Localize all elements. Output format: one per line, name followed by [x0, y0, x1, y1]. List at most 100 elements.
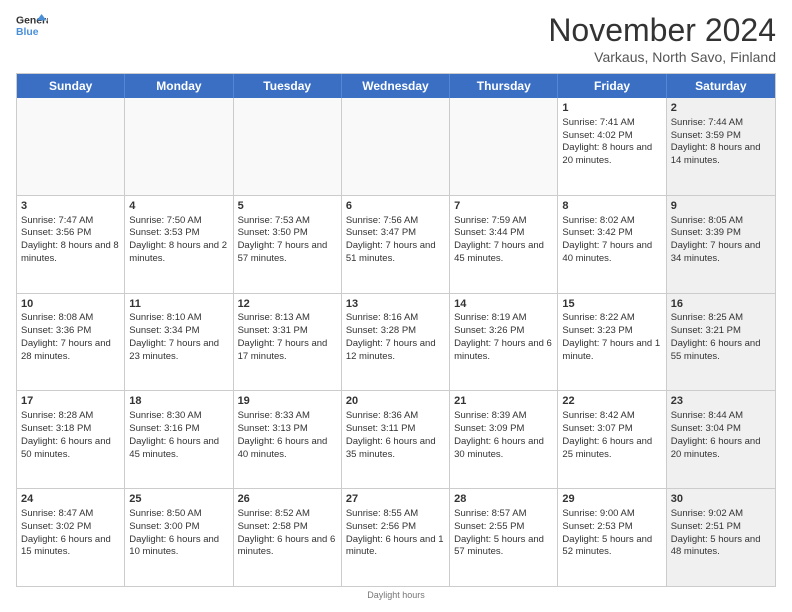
day-info: Sunrise: 8:22 AM Sunset: 3:23 PM Dayligh… [562, 312, 660, 361]
calendar-cell: 12Sunrise: 8:13 AM Sunset: 3:31 PM Dayli… [234, 294, 342, 391]
calendar-cell: 18Sunrise: 8:30 AM Sunset: 3:16 PM Dayli… [125, 391, 233, 488]
calendar-cell: 16Sunrise: 8:25 AM Sunset: 3:21 PM Dayli… [667, 294, 775, 391]
calendar-cell: 19Sunrise: 8:33 AM Sunset: 3:13 PM Dayli… [234, 391, 342, 488]
subtitle: Varkaus, North Savo, Finland [548, 49, 776, 65]
day-info: Sunrise: 8:16 AM Sunset: 3:28 PM Dayligh… [346, 312, 436, 361]
calendar-cell: 29Sunrise: 9:00 AM Sunset: 2:53 PM Dayli… [558, 489, 666, 586]
day-number: 27 [346, 492, 445, 507]
calendar-cell [450, 98, 558, 195]
day-number: 29 [562, 492, 661, 507]
calendar-row-1: 3Sunrise: 7:47 AM Sunset: 3:56 PM Daylig… [17, 195, 775, 293]
footer-note: Daylight hours [16, 590, 776, 600]
day-info: Sunrise: 7:44 AM Sunset: 3:59 PM Dayligh… [671, 117, 761, 166]
day-info: Sunrise: 8:28 AM Sunset: 3:18 PM Dayligh… [21, 410, 111, 459]
day-info: Sunrise: 8:57 AM Sunset: 2:55 PM Dayligh… [454, 508, 544, 557]
day-info: Sunrise: 7:56 AM Sunset: 3:47 PM Dayligh… [346, 215, 436, 264]
day-info: Sunrise: 8:25 AM Sunset: 3:21 PM Dayligh… [671, 312, 761, 361]
calendar-header: SundayMondayTuesdayWednesdayThursdayFrid… [17, 74, 775, 98]
day-info: Sunrise: 8:44 AM Sunset: 3:04 PM Dayligh… [671, 410, 761, 459]
day-number: 28 [454, 492, 553, 507]
calendar-cell: 28Sunrise: 8:57 AM Sunset: 2:55 PM Dayli… [450, 489, 558, 586]
calendar-row-3: 17Sunrise: 8:28 AM Sunset: 3:18 PM Dayli… [17, 390, 775, 488]
calendar-cell: 24Sunrise: 8:47 AM Sunset: 3:02 PM Dayli… [17, 489, 125, 586]
day-info: Sunrise: 7:53 AM Sunset: 3:50 PM Dayligh… [238, 215, 328, 264]
calendar-cell: 20Sunrise: 8:36 AM Sunset: 3:11 PM Dayli… [342, 391, 450, 488]
day-info: Sunrise: 8:33 AM Sunset: 3:13 PM Dayligh… [238, 410, 328, 459]
day-number: 3 [21, 199, 120, 214]
day-number: 23 [671, 394, 771, 409]
day-number: 15 [562, 297, 661, 312]
calendar-cell: 17Sunrise: 8:28 AM Sunset: 3:18 PM Dayli… [17, 391, 125, 488]
logo-icon: General Blue [16, 12, 48, 40]
day-number: 7 [454, 199, 553, 214]
calendar-cell: 11Sunrise: 8:10 AM Sunset: 3:34 PM Dayli… [125, 294, 233, 391]
day-of-week-saturday: Saturday [667, 74, 775, 98]
calendar-cell: 10Sunrise: 8:08 AM Sunset: 3:36 PM Dayli… [17, 294, 125, 391]
day-info: Sunrise: 8:02 AM Sunset: 3:42 PM Dayligh… [562, 215, 652, 264]
day-info: Sunrise: 8:05 AM Sunset: 3:39 PM Dayligh… [671, 215, 761, 264]
day-number: 6 [346, 199, 445, 214]
logo: General Blue [16, 12, 48, 40]
calendar-cell: 15Sunrise: 8:22 AM Sunset: 3:23 PM Dayli… [558, 294, 666, 391]
page: General Blue November 2024 Varkaus, Nort… [0, 0, 792, 612]
day-info: Sunrise: 8:13 AM Sunset: 3:31 PM Dayligh… [238, 312, 328, 361]
calendar-cell: 21Sunrise: 8:39 AM Sunset: 3:09 PM Dayli… [450, 391, 558, 488]
day-of-week-wednesday: Wednesday [342, 74, 450, 98]
day-number: 12 [238, 297, 337, 312]
header: General Blue November 2024 Varkaus, Nort… [16, 12, 776, 65]
day-info: Sunrise: 7:59 AM Sunset: 3:44 PM Dayligh… [454, 215, 544, 264]
day-info: Sunrise: 9:00 AM Sunset: 2:53 PM Dayligh… [562, 508, 652, 557]
calendar-cell: 22Sunrise: 8:42 AM Sunset: 3:07 PM Dayli… [558, 391, 666, 488]
calendar-row-4: 24Sunrise: 8:47 AM Sunset: 3:02 PM Dayli… [17, 488, 775, 586]
day-info: Sunrise: 8:42 AM Sunset: 3:07 PM Dayligh… [562, 410, 652, 459]
calendar-cell: 3Sunrise: 7:47 AM Sunset: 3:56 PM Daylig… [17, 196, 125, 293]
calendar-cell: 13Sunrise: 8:16 AM Sunset: 3:28 PM Dayli… [342, 294, 450, 391]
day-of-week-monday: Monday [125, 74, 233, 98]
day-of-week-friday: Friday [558, 74, 666, 98]
day-number: 2 [671, 101, 771, 116]
calendar-body: 1Sunrise: 7:41 AM Sunset: 4:02 PM Daylig… [17, 98, 775, 586]
day-number: 19 [238, 394, 337, 409]
day-info: Sunrise: 8:55 AM Sunset: 2:56 PM Dayligh… [346, 508, 444, 557]
day-number: 13 [346, 297, 445, 312]
month-title: November 2024 [548, 12, 776, 49]
calendar-cell: 9Sunrise: 8:05 AM Sunset: 3:39 PM Daylig… [667, 196, 775, 293]
day-of-week-sunday: Sunday [17, 74, 125, 98]
day-info: Sunrise: 8:10 AM Sunset: 3:34 PM Dayligh… [129, 312, 219, 361]
day-number: 5 [238, 199, 337, 214]
day-number: 25 [129, 492, 228, 507]
day-info: Sunrise: 8:19 AM Sunset: 3:26 PM Dayligh… [454, 312, 552, 361]
title-block: November 2024 Varkaus, North Savo, Finla… [548, 12, 776, 65]
calendar-cell: 1Sunrise: 7:41 AM Sunset: 4:02 PM Daylig… [558, 98, 666, 195]
calendar-cell: 14Sunrise: 8:19 AM Sunset: 3:26 PM Dayli… [450, 294, 558, 391]
day-number: 4 [129, 199, 228, 214]
day-number: 9 [671, 199, 771, 214]
day-of-week-thursday: Thursday [450, 74, 558, 98]
day-number: 24 [21, 492, 120, 507]
day-number: 10 [21, 297, 120, 312]
day-info: Sunrise: 9:02 AM Sunset: 2:51 PM Dayligh… [671, 508, 761, 557]
day-number: 11 [129, 297, 228, 312]
calendar-cell: 26Sunrise: 8:52 AM Sunset: 2:58 PM Dayli… [234, 489, 342, 586]
calendar-cell: 6Sunrise: 7:56 AM Sunset: 3:47 PM Daylig… [342, 196, 450, 293]
day-info: Sunrise: 8:52 AM Sunset: 2:58 PM Dayligh… [238, 508, 336, 557]
calendar-row-2: 10Sunrise: 8:08 AM Sunset: 3:36 PM Dayli… [17, 293, 775, 391]
day-number: 21 [454, 394, 553, 409]
day-number: 1 [562, 101, 661, 116]
calendar-row-0: 1Sunrise: 7:41 AM Sunset: 4:02 PM Daylig… [17, 98, 775, 195]
day-number: 8 [562, 199, 661, 214]
day-info: Sunrise: 8:39 AM Sunset: 3:09 PM Dayligh… [454, 410, 544, 459]
calendar-cell: 27Sunrise: 8:55 AM Sunset: 2:56 PM Dayli… [342, 489, 450, 586]
day-info: Sunrise: 8:47 AM Sunset: 3:02 PM Dayligh… [21, 508, 111, 557]
calendar-cell: 23Sunrise: 8:44 AM Sunset: 3:04 PM Dayli… [667, 391, 775, 488]
day-number: 17 [21, 394, 120, 409]
day-number: 14 [454, 297, 553, 312]
calendar-cell [234, 98, 342, 195]
svg-text:Blue: Blue [16, 27, 39, 38]
day-number: 26 [238, 492, 337, 507]
calendar-cell: 25Sunrise: 8:50 AM Sunset: 3:00 PM Dayli… [125, 489, 233, 586]
day-number: 18 [129, 394, 228, 409]
day-info: Sunrise: 8:36 AM Sunset: 3:11 PM Dayligh… [346, 410, 436, 459]
day-number: 22 [562, 394, 661, 409]
calendar-cell: 30Sunrise: 9:02 AM Sunset: 2:51 PM Dayli… [667, 489, 775, 586]
